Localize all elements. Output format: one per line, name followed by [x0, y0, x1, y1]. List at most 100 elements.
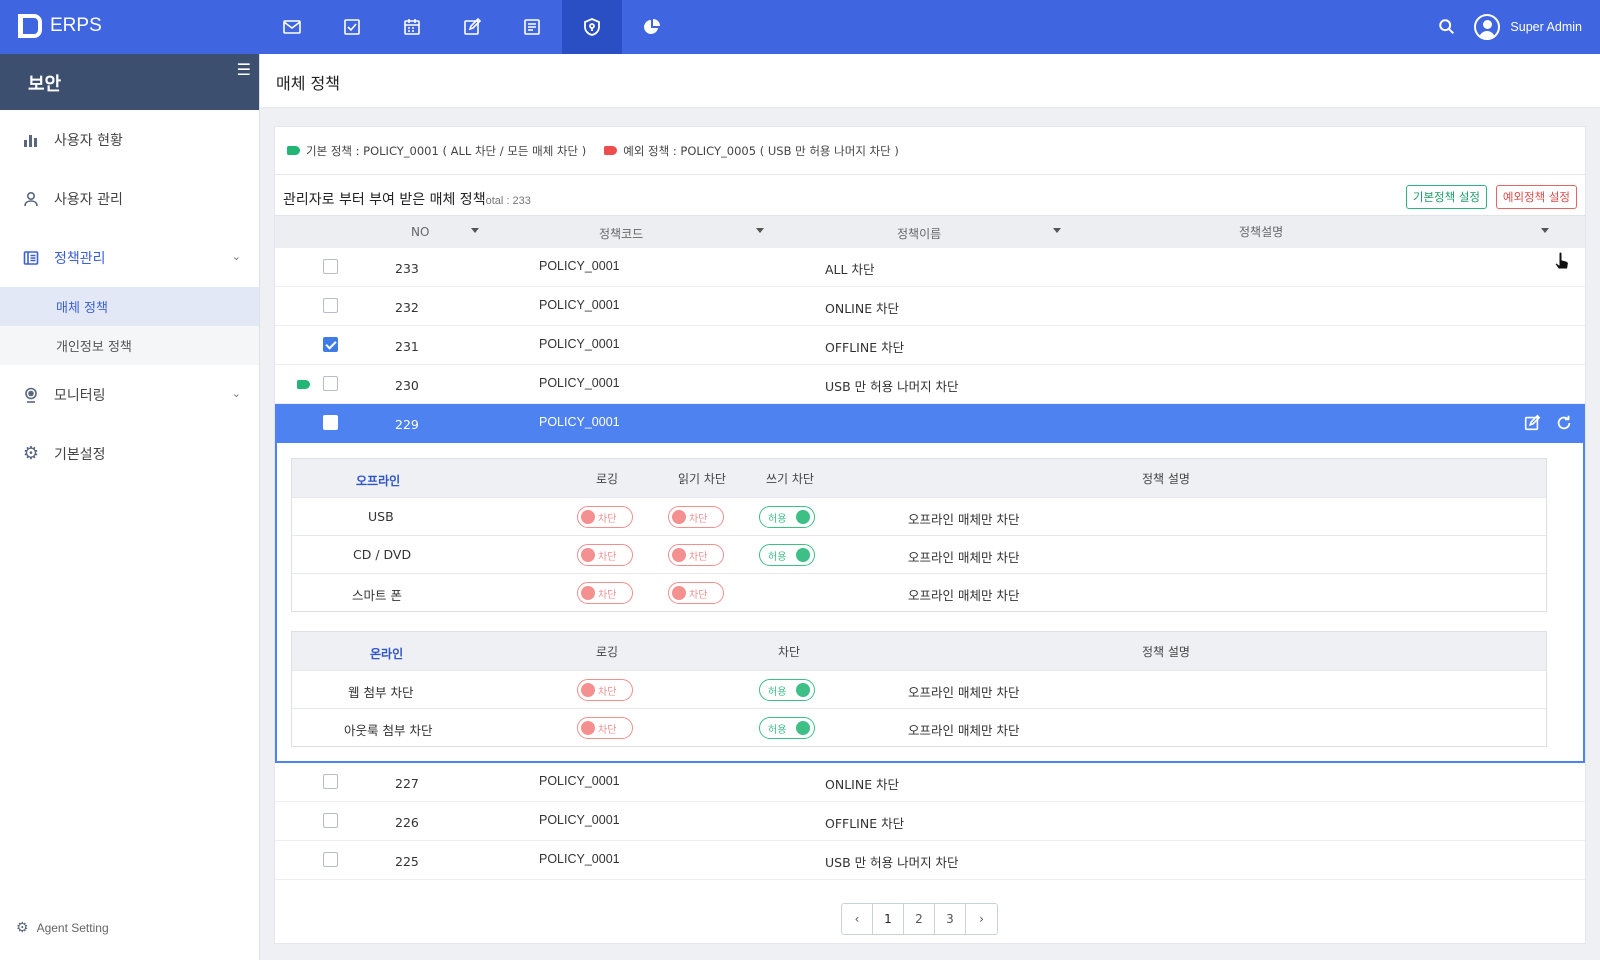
page-button-1[interactable]: 1 [873, 904, 904, 934]
row-checkbox[interactable] [323, 298, 338, 313]
header-code[interactable]: 정책코드 [599, 225, 643, 242]
document-icon[interactable] [502, 0, 562, 54]
green-tag-icon [297, 380, 310, 389]
policy-submenu: 매체 정책 개인정보 정책 [0, 287, 259, 365]
sort-icon[interactable] [1541, 228, 1549, 233]
sort-icon[interactable] [756, 228, 764, 233]
agent-setting-label: Agent Setting [36, 920, 109, 935]
logging-toggle[interactable]: 차단 [577, 717, 633, 739]
shield-icon[interactable] [562, 0, 622, 54]
row-name: ONLINE 차단 [825, 777, 900, 792]
table-row[interactable]: 225 POLICY_0001 USB 만 허용 나머지 차단 [275, 841, 1585, 880]
row-checkbox[interactable] [323, 259, 338, 274]
offline-row: 스마트 폰 차단 차단 오프라인 매체만 차단 [292, 573, 1546, 611]
row-name: USB 만 허용 나머지 차단 [825, 855, 959, 870]
refresh-icon[interactable] [1555, 414, 1573, 432]
write-block-toggle[interactable]: 허용 [759, 544, 815, 566]
bar-chart-icon [22, 131, 40, 149]
check-square-icon[interactable] [322, 0, 382, 54]
app-name: ERPS [50, 15, 102, 36]
sidebar-header: 보안 ☰ [0, 54, 259, 110]
table-toolbar: 관리자로 부터 부여 받은 매체 정책otal : 233 기본정책 설정 예외… [275, 175, 1585, 215]
row-code: POLICY_0001 [539, 813, 620, 827]
policy-book-icon [22, 249, 40, 267]
avatar [1474, 14, 1501, 40]
header-desc[interactable]: 정책설명 [1239, 223, 1283, 240]
user-menu[interactable]: Super Admin [1474, 14, 1582, 40]
mail-icon[interactable] [262, 0, 322, 54]
pie-chart-icon[interactable] [622, 0, 682, 54]
row-no: 225 [395, 854, 419, 869]
sidebar-item-policy-management[interactable]: 정책관리 ⌄ [0, 228, 259, 287]
table-body: 233 POLICY_0001 ALL 차단 232 POLICY_0001 O… [275, 248, 1585, 880]
header-name[interactable]: 정책이름 [897, 225, 941, 242]
offline-table: 오프라인 로깅 읽기 차단 쓰기 차단 정책 설명 USB 차단 차단 허용 오… [291, 458, 1547, 612]
calendar-icon[interactable] [382, 0, 442, 54]
prev-page-button[interactable]: ‹ [842, 904, 873, 934]
policy-desc: 오프라인 매체만 차단 [908, 588, 1020, 603]
app-logo[interactable]: ERPS [18, 14, 102, 38]
webcam-icon [22, 386, 40, 404]
row-checkbox[interactable] [323, 774, 338, 789]
sidebar-item-monitoring[interactable]: 모니터링 ⌄ [0, 365, 259, 424]
row-checkbox[interactable] [323, 852, 338, 867]
page-button-2[interactable]: 2 [904, 904, 935, 934]
table-row[interactable]: 232 POLICY_0001 ONLINE 차단 [275, 287, 1585, 326]
read-block-toggle[interactable]: 차단 [668, 544, 724, 566]
legend-exception-text: 예외 정책 : POLICY_0005 ( USB 만 허용 나머지 차단 ) [623, 143, 899, 158]
sidebar-subitem-media-policy[interactable]: 매체 정책 [0, 287, 259, 326]
table-row[interactable]: 226 POLICY_0001 OFFLINE 차단 [275, 802, 1585, 841]
edit-icon[interactable] [442, 0, 502, 54]
table-row[interactable]: 227 POLICY_0001 ONLINE 차단 [275, 763, 1585, 802]
row-checkbox[interactable] [323, 337, 338, 352]
sidebar-title: 보안 [28, 74, 62, 95]
offline-row: CD / DVD 차단 차단 허용 오프라인 매체만 차단 [292, 535, 1546, 573]
read-block-toggle[interactable]: 차단 [668, 506, 724, 528]
user-name: Super Admin [1510, 20, 1582, 34]
read-block-toggle[interactable]: 차단 [668, 582, 724, 604]
row-code: POLICY_0001 [539, 376, 620, 390]
legend-default: 기본 정책 : POLICY_0001 ( ALL 차단 / 모든 매체 차단 … [287, 143, 586, 159]
table-row[interactable]: 231 POLICY_0001 OFFLINE 차단 [275, 326, 1585, 365]
sidebar-item-label: 사용자 관리 [54, 191, 123, 208]
logging-toggle[interactable]: 차단 [577, 679, 633, 701]
online-table: 온라인 로깅 차단 정책 설명 웹 첨부 차단 차단 허용 오프라인 매체만 차… [291, 631, 1547, 747]
sort-icon[interactable] [471, 228, 479, 233]
sidebar-item-user-management[interactable]: 사용자 관리 [0, 169, 259, 228]
default-policy-button[interactable]: 기본정책 설정 [1405, 185, 1487, 209]
row-checkbox[interactable] [323, 415, 338, 430]
sidebar-subitem-privacy-policy[interactable]: 개인정보 정책 [0, 326, 259, 365]
green-tag-icon [287, 146, 300, 155]
logging-toggle[interactable]: 차단 [577, 582, 633, 604]
agent-setting-link[interactable]: ⚙ Agent Setting [16, 919, 109, 936]
exception-policy-button[interactable]: 예외정책 설정 [1495, 185, 1577, 209]
search-icon[interactable] [1438, 18, 1456, 36]
block-toggle[interactable]: 허용 [759, 679, 815, 701]
block-toggle[interactable]: 허용 [759, 717, 815, 739]
sidebar-item-basic-settings[interactable]: ⚙ 기본설정 [0, 424, 259, 483]
top-bar: ERPS Super Admin [0, 0, 1600, 54]
row-code: POLICY_0001 [539, 259, 620, 273]
header-policy-desc: 정책 설명 [1142, 645, 1190, 659]
offline-header: 오프라인 로깅 읽기 차단 쓰기 차단 정책 설명 [292, 459, 1546, 497]
logging-toggle[interactable]: 차단 [577, 544, 633, 566]
online-row: 웹 첨부 차단 차단 허용 오프라인 매체만 차단 [292, 670, 1546, 708]
sort-icon[interactable] [1053, 228, 1061, 233]
row-code: POLICY_0001 [539, 298, 620, 312]
write-block-toggle[interactable]: 허용 [759, 506, 815, 528]
page-button-3[interactable]: 3 [935, 904, 966, 934]
logging-toggle[interactable]: 차단 [577, 506, 633, 528]
top-nav [262, 0, 682, 54]
row-checkbox[interactable] [323, 813, 338, 828]
header-block: 차단 [778, 645, 801, 659]
sidebar-item-user-status[interactable]: 사용자 현황 [0, 110, 259, 169]
table-row[interactable]: 230 POLICY_0001 USB 만 허용 나머지 차단 [275, 365, 1585, 404]
edit-icon[interactable] [1523, 414, 1541, 432]
next-page-button[interactable]: › [966, 904, 997, 934]
row-checkbox[interactable] [323, 376, 338, 391]
header-no[interactable]: NO [411, 225, 429, 239]
table-row[interactable]: 233 POLICY_0001 ALL 차단 [275, 248, 1585, 287]
hamburger-icon[interactable]: ☰ [237, 60, 251, 79]
device-name: USB [368, 509, 394, 524]
selected-table-row[interactable]: 229 POLICY_0001 [275, 404, 1585, 443]
